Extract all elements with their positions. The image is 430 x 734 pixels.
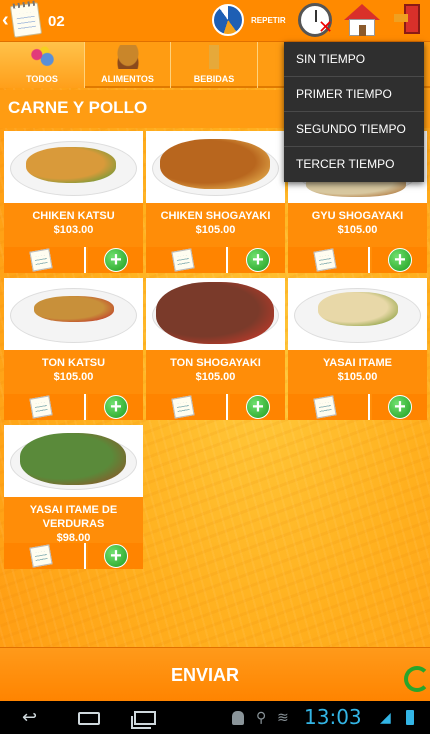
todos-icon <box>29 45 55 69</box>
product-name: CHIKEN KATSU <box>32 210 115 222</box>
product-name: YASAI ITAME DE VERDURAS <box>29 504 118 530</box>
add-product-button[interactable]: + <box>88 394 143 420</box>
add-product-button[interactable]: + <box>88 543 143 569</box>
nav-recent-apps-icon[interactable] <box>131 711 156 729</box>
product-price: $105.00 <box>337 224 378 236</box>
notepad-icon <box>313 395 337 419</box>
tab-label: ALIMENTOS <box>101 74 154 84</box>
burger-icon <box>114 45 141 69</box>
add-note-button[interactable] <box>4 394 86 420</box>
notepad-icon <box>171 395 195 419</box>
notepad-icon[interactable] <box>9 0 43 38</box>
plus-icon: + <box>388 248 412 272</box>
table-number: 02 <box>48 13 65 30</box>
notepad-icon <box>313 248 337 272</box>
android-debug-icon <box>232 711 244 725</box>
tab-bebidas[interactable]: BEBIDAS <box>171 42 258 88</box>
product-price: $105.00 <box>53 371 94 383</box>
time-dropdown-menu: SIN TIEMPO PRIMER TIEMPO SEGUNDO TIEMPO … <box>284 42 424 182</box>
cancel-x-icon: ✕ <box>318 17 334 37</box>
product-name: TON SHOGAYAKI <box>170 357 261 369</box>
system-nav-bar: ↩ ⚲ ≋ 13:03 ◢ <box>0 701 430 734</box>
product-card: YASAI ITAME DE VERDURAS $98.00 + <box>4 425 143 569</box>
product-price: $105.00 <box>337 371 378 383</box>
product-name: TON KATSU <box>41 357 106 369</box>
add-note-button[interactable] <box>146 394 228 420</box>
plus-icon: + <box>246 395 270 419</box>
add-product-button[interactable]: + <box>372 394 427 420</box>
product-card: YASAI ITAME $105.00 + <box>288 278 427 420</box>
nav-back-icon[interactable]: ↩ <box>22 708 37 726</box>
product-name: CHIKEN SHOGAYAKI <box>160 210 271 222</box>
wifi-icon: ≋ <box>277 709 289 725</box>
nav-home-icon[interactable] <box>78 712 100 725</box>
add-product-button[interactable]: + <box>230 247 285 273</box>
status-time: 13:03 <box>304 705 362 729</box>
tab-label: BEBIDAS <box>193 74 235 84</box>
notepad-icon <box>29 544 53 568</box>
food-photo[interactable] <box>146 131 285 203</box>
add-product-button[interactable]: + <box>230 394 285 420</box>
add-note-button[interactable] <box>288 394 370 420</box>
food-photo[interactable] <box>146 278 285 350</box>
product-price: $103.00 <box>53 224 94 236</box>
menu-item-primer-tiempo[interactable]: PRIMER TIEMPO <box>284 77 424 112</box>
send-label: ENVIAR <box>170 665 239 685</box>
repeat-button-label[interactable]: REPETIR <box>251 16 286 25</box>
add-note-button[interactable] <box>4 247 86 273</box>
home-icon[interactable] <box>344 4 380 36</box>
food-photo[interactable] <box>4 425 143 497</box>
add-product-button[interactable]: + <box>372 247 427 273</box>
add-product-button[interactable]: + <box>88 247 143 273</box>
menu-item-tercer-tiempo[interactable]: TERCER TIEMPO <box>284 147 424 182</box>
add-note-button[interactable] <box>146 247 228 273</box>
product-card: CHIKEN SHOGAYAKI $105.00 + <box>146 131 285 273</box>
plus-icon: + <box>246 248 270 272</box>
usb-icon: ⚲ <box>256 709 267 725</box>
order-screen: ‹ 02 REPETIR ✕ TODOS ALIMENTOS BEBIDAS S… <box>0 0 430 701</box>
product-card: TON SHOGAYAKI $105.00 + <box>146 278 285 420</box>
menu-item-sin-tiempo[interactable]: SIN TIEMPO <box>284 42 424 77</box>
drinks-icon <box>201 45 227 69</box>
product-name: GYU SHOGAYAKI <box>311 210 404 222</box>
product-name: YASAI ITAME <box>322 357 393 369</box>
tab-todos[interactable]: TODOS <box>0 42 85 88</box>
exit-door-icon[interactable] <box>394 4 422 36</box>
send-button[interactable]: ENVIAR <box>0 647 430 701</box>
repeat-icon[interactable] <box>212 4 244 36</box>
food-photo[interactable] <box>4 131 143 203</box>
notepad-icon <box>171 248 195 272</box>
tab-alimentos[interactable]: ALIMENTOS <box>85 42 171 88</box>
product-price: $105.00 <box>195 371 236 383</box>
add-note-button[interactable] <box>288 247 370 273</box>
battery-icon <box>406 710 414 725</box>
product-card: CHIKEN KATSU $103.00 + <box>4 131 143 273</box>
add-note-button[interactable] <box>4 543 86 569</box>
product-price: $105.00 <box>195 224 236 236</box>
food-photo[interactable] <box>4 278 143 350</box>
plus-icon: + <box>104 248 128 272</box>
tab-label: TODOS <box>26 74 58 84</box>
product-card: TON KATSU $105.00 + <box>4 278 143 420</box>
refresh-icon[interactable] <box>402 664 430 692</box>
notepad-icon <box>29 395 53 419</box>
food-photo[interactable] <box>288 278 427 350</box>
plus-icon: + <box>104 395 128 419</box>
top-bar: ‹ 02 REPETIR ✕ <box>0 0 430 42</box>
back-chevron-icon[interactable]: ‹ <box>2 10 9 30</box>
plus-icon: + <box>388 395 412 419</box>
notepad-icon <box>29 248 53 272</box>
plus-icon: + <box>104 544 128 568</box>
wifi-signal-icon: ◢ <box>380 709 391 725</box>
menu-item-segundo-tiempo[interactable]: SEGUNDO TIEMPO <box>284 112 424 147</box>
